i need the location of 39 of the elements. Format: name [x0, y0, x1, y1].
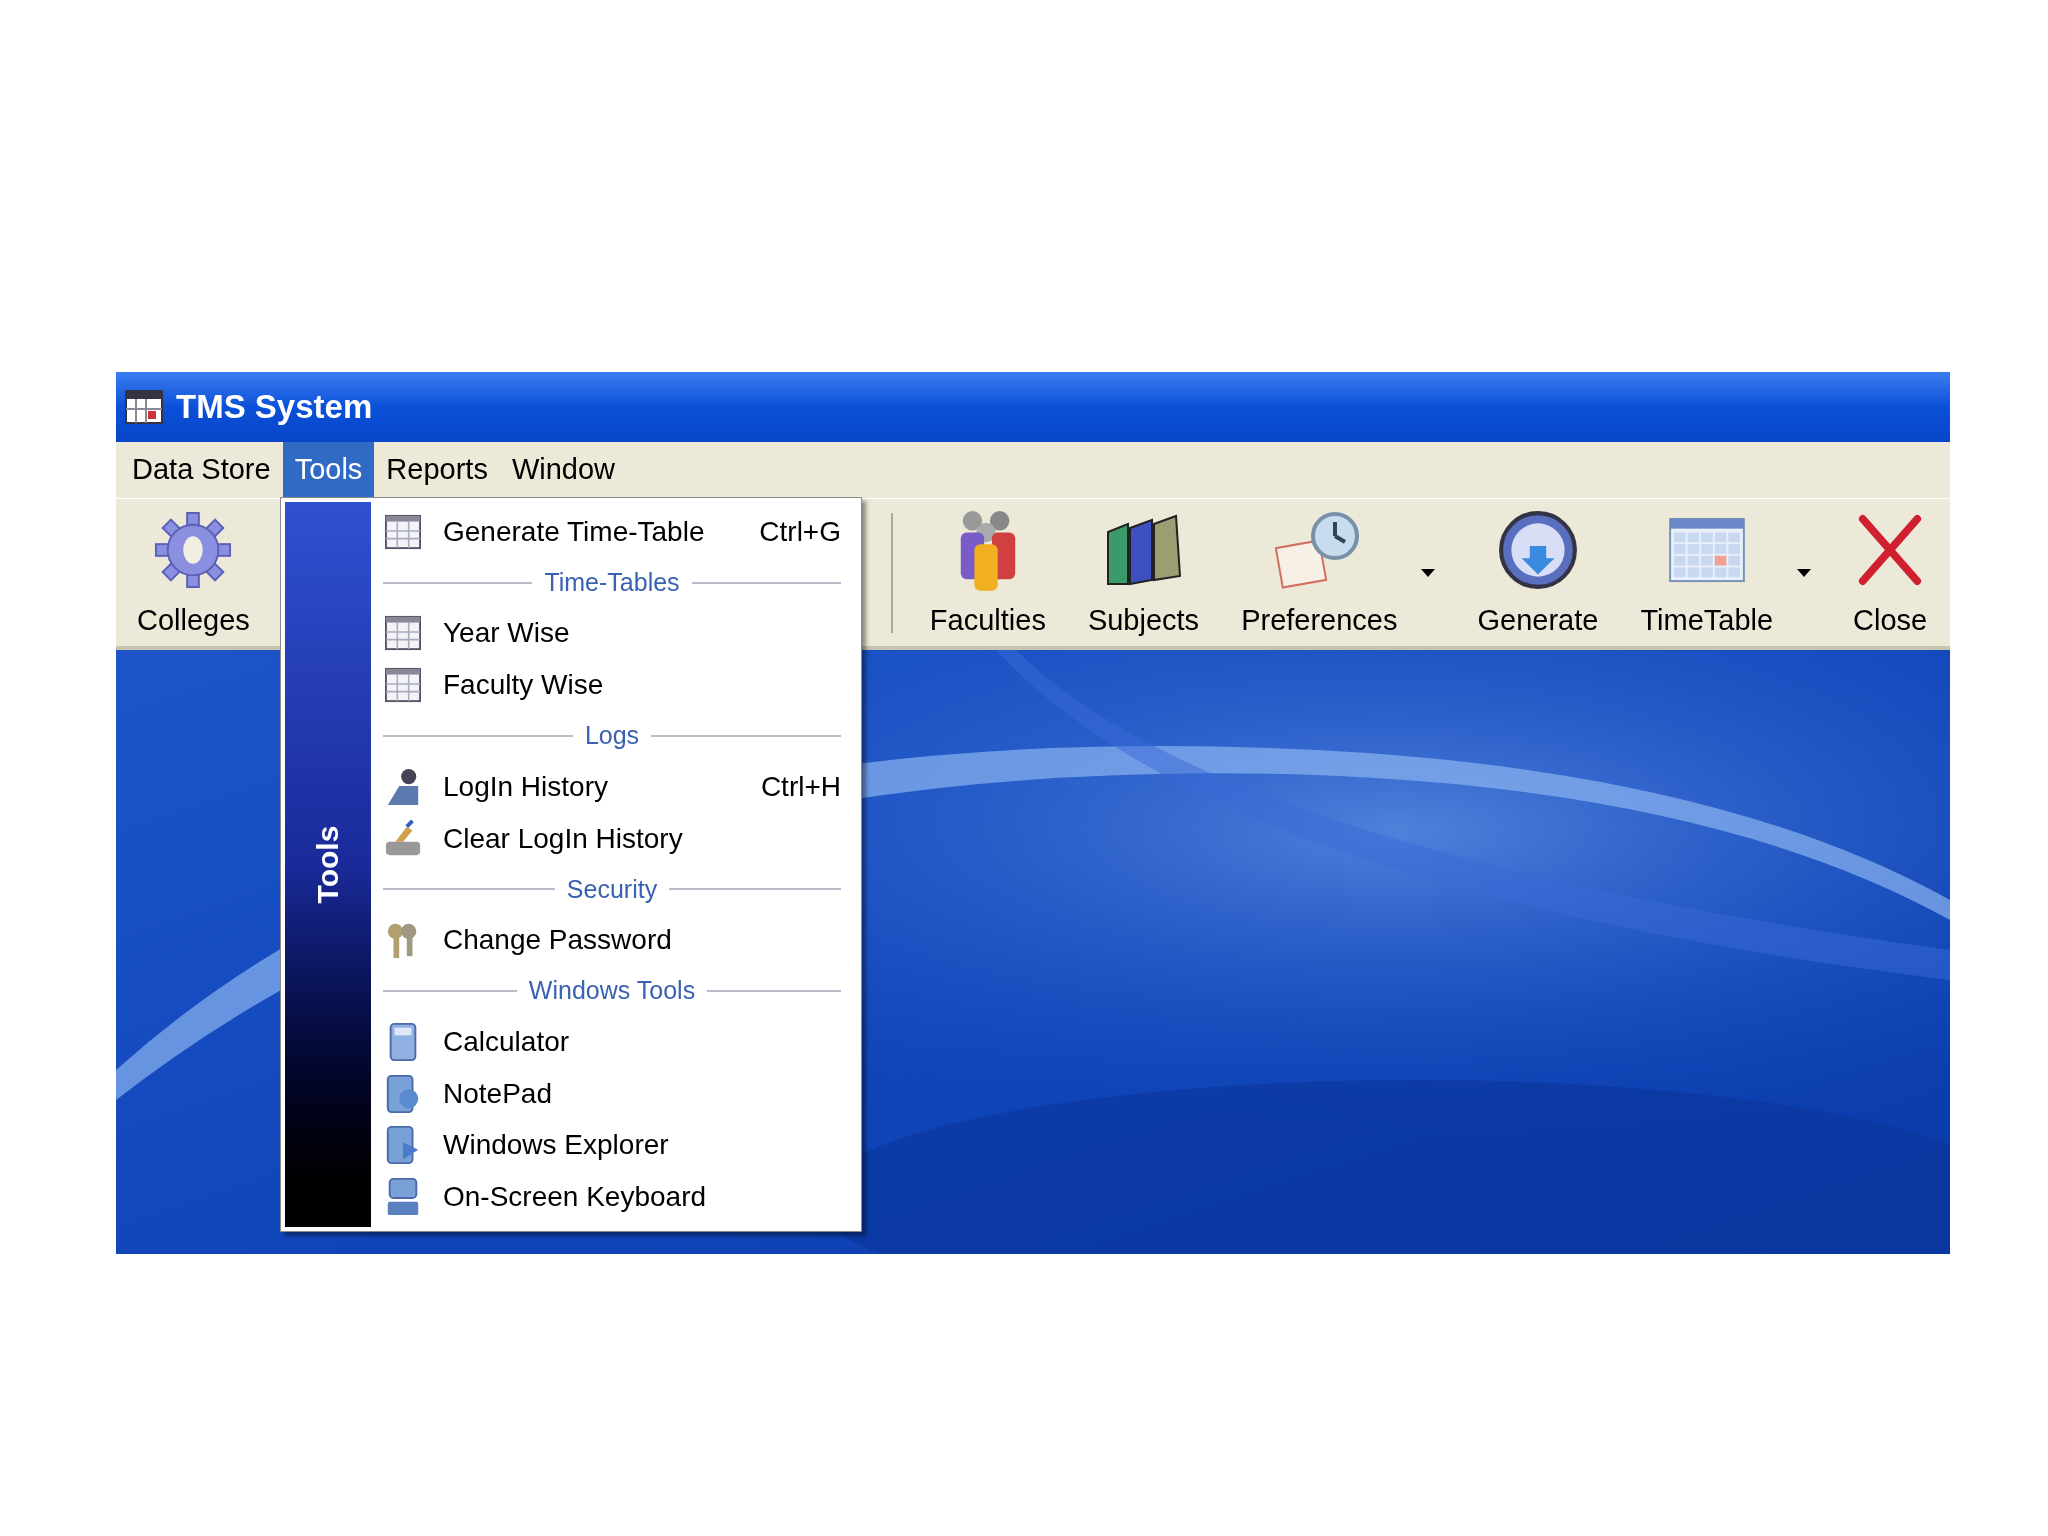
menu-item[interactable]: Generate Time-Table Ctrl+G: [383, 506, 841, 558]
menu-item[interactable]: Clear LogIn History: [383, 812, 841, 865]
calendar-icon: [1667, 517, 1746, 583]
close-icon: [1857, 513, 1924, 587]
toolbar-button[interactable]: Generate: [1456, 502, 1620, 643]
menu-item[interactable]: Windows Explorer: [383, 1119, 841, 1172]
window-title: TMS System: [176, 387, 373, 428]
calendar-icon: [384, 615, 422, 652]
menu-item[interactable]: Reports: [374, 442, 500, 498]
menu-item[interactable]: NotePad: [383, 1067, 841, 1120]
sidebar-label: Tools: [310, 825, 346, 904]
menu-item[interactable]: Change Password: [383, 914, 841, 967]
gear-icon: [154, 510, 233, 590]
toolbar-button[interactable]: TimeTable: [1619, 502, 1833, 643]
calculator-icon: [388, 1021, 418, 1062]
keyboard-icon: [385, 1177, 421, 1218]
section-header: Windows Tools: [528, 975, 696, 1007]
menu-item[interactable]: Window: [499, 442, 628, 498]
dropdown-arrow-icon: [1797, 568, 1812, 577]
menu-item[interactable]: LogIn History Ctrl+H: [383, 760, 841, 813]
toolbar-button[interactable]: Preferences: [1220, 502, 1457, 643]
dropdown-arrow-icon: [1421, 568, 1436, 577]
menu-item[interactable]: Faculty Wise: [383, 659, 841, 712]
menu-item[interactable]: Year Wise: [383, 607, 841, 660]
toolbar-button[interactable]: Colleges: [116, 502, 271, 643]
section-header: Security: [566, 873, 658, 905]
globe-icon: [1496, 509, 1579, 591]
toolbar-button[interactable]: Close: [1832, 502, 1949, 643]
calendar-icon: [384, 667, 422, 704]
section-header: Logs: [584, 720, 640, 752]
menu-item[interactable]: Calculator: [383, 1015, 841, 1068]
toolbar-button[interactable]: Subjects: [1066, 502, 1221, 643]
toolbar-button[interactable]: Faculties: [908, 502, 1067, 643]
menu-item[interactable]: Tools: [282, 442, 375, 498]
section-header: Time-Tables: [544, 566, 680, 598]
app-icon: [124, 389, 164, 425]
menu-item[interactable]: Data Store: [120, 442, 283, 498]
menu-item[interactable]: On-Screen Keyboard: [383, 1171, 841, 1223]
calendar-icon: [384, 513, 422, 550]
